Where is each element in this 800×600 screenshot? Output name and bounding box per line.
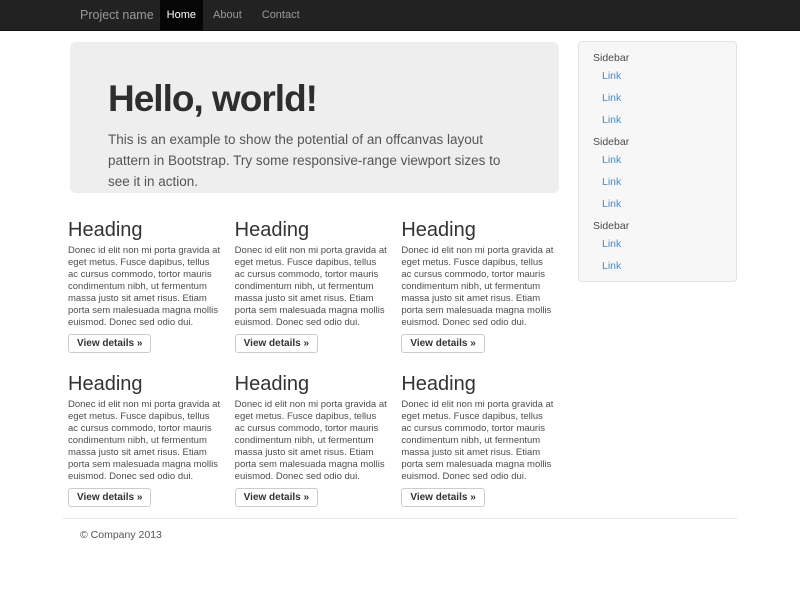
sidebar-group-header: Sidebar — [593, 220, 722, 232]
footer: © Company 2013 — [63, 518, 737, 541]
sidebar-group-header: Sidebar — [593, 136, 722, 148]
card-heading: Heading — [235, 219, 389, 241]
card-body-text: Donec id elit non mi porta gravida at eg… — [68, 399, 222, 483]
card-heading: Heading — [401, 373, 555, 395]
main-row: Hello, world! This is an example to show… — [63, 31, 737, 507]
view-details-button[interactable]: View details » — [401, 334, 484, 353]
card-body-text: Donec id elit non mi porta gravida at eg… — [235, 245, 389, 329]
card-heading: Heading — [401, 219, 555, 241]
card: Heading Donec id elit non mi porta gravi… — [68, 373, 235, 507]
card-body-text: Donec id elit non mi porta gravida at eg… — [235, 399, 389, 483]
sidebar-link[interactable]: Link — [593, 65, 722, 87]
page-title: Hello, world! — [108, 76, 521, 122]
sidebar-link[interactable]: Link — [593, 109, 722, 131]
jumbotron: Hello, world! This is an example to show… — [70, 42, 559, 193]
cards-row-1: Heading Donec id elit non mi porta gravi… — [68, 219, 568, 353]
main-column: Hello, world! This is an example to show… — [63, 31, 568, 507]
nav-item-about[interactable]: About — [203, 0, 252, 30]
page-container: Hello, world! This is an example to show… — [63, 31, 737, 541]
copyright-text: © Company 2013 — [80, 529, 737, 541]
card: Heading Donec id elit non mi porta gravi… — [235, 373, 402, 507]
card: Heading Donec id elit non mi porta gravi… — [235, 219, 402, 353]
sidebar-link[interactable]: Link — [593, 171, 722, 193]
sidebar-group-header: Sidebar — [593, 52, 722, 64]
view-details-button[interactable]: View details » — [235, 334, 318, 353]
view-details-button[interactable]: View details » — [235, 488, 318, 507]
view-details-button[interactable]: View details » — [68, 488, 151, 507]
cards-row-2: Heading Donec id elit non mi porta gravi… — [68, 373, 568, 507]
sidebar-link[interactable]: Link — [593, 255, 722, 277]
card: Heading Donec id elit non mi porta gravi… — [401, 373, 568, 507]
card-heading: Heading — [235, 373, 389, 395]
card-heading: Heading — [68, 219, 222, 241]
nav-item-contact[interactable]: Contact — [252, 0, 310, 30]
card-body-text: Donec id elit non mi porta gravida at eg… — [401, 399, 555, 483]
sidebar-link[interactable]: Link — [593, 87, 722, 109]
card-heading: Heading — [68, 373, 222, 395]
view-details-button[interactable]: View details » — [401, 488, 484, 507]
card-body-text: Donec id elit non mi porta gravida at eg… — [68, 245, 222, 329]
navbar: Project name Home About Contact — [0, 0, 800, 31]
sidebar-link[interactable]: Link — [593, 149, 722, 171]
card: Heading Donec id elit non mi porta gravi… — [401, 219, 568, 353]
sidebar-column: Sidebar Link Link Link Sidebar Link Link… — [568, 31, 737, 282]
sidebar-well: Sidebar Link Link Link Sidebar Link Link… — [578, 41, 737, 282]
jumbotron-text: This is an example to show the potential… — [108, 129, 510, 192]
brand-link[interactable]: Project name — [63, 0, 154, 30]
nav-item-home[interactable]: Home — [160, 0, 203, 30]
sidebar-link[interactable]: Link — [593, 233, 722, 255]
navbar-inner: Project name Home About Contact — [63, 0, 737, 30]
view-details-button[interactable]: View details » — [68, 334, 151, 353]
card-body-text: Donec id elit non mi porta gravida at eg… — [401, 245, 555, 329]
card: Heading Donec id elit non mi porta gravi… — [68, 219, 235, 353]
sidebar-link[interactable]: Link — [593, 193, 722, 215]
navbar-nav: Home About Contact — [160, 0, 310, 30]
